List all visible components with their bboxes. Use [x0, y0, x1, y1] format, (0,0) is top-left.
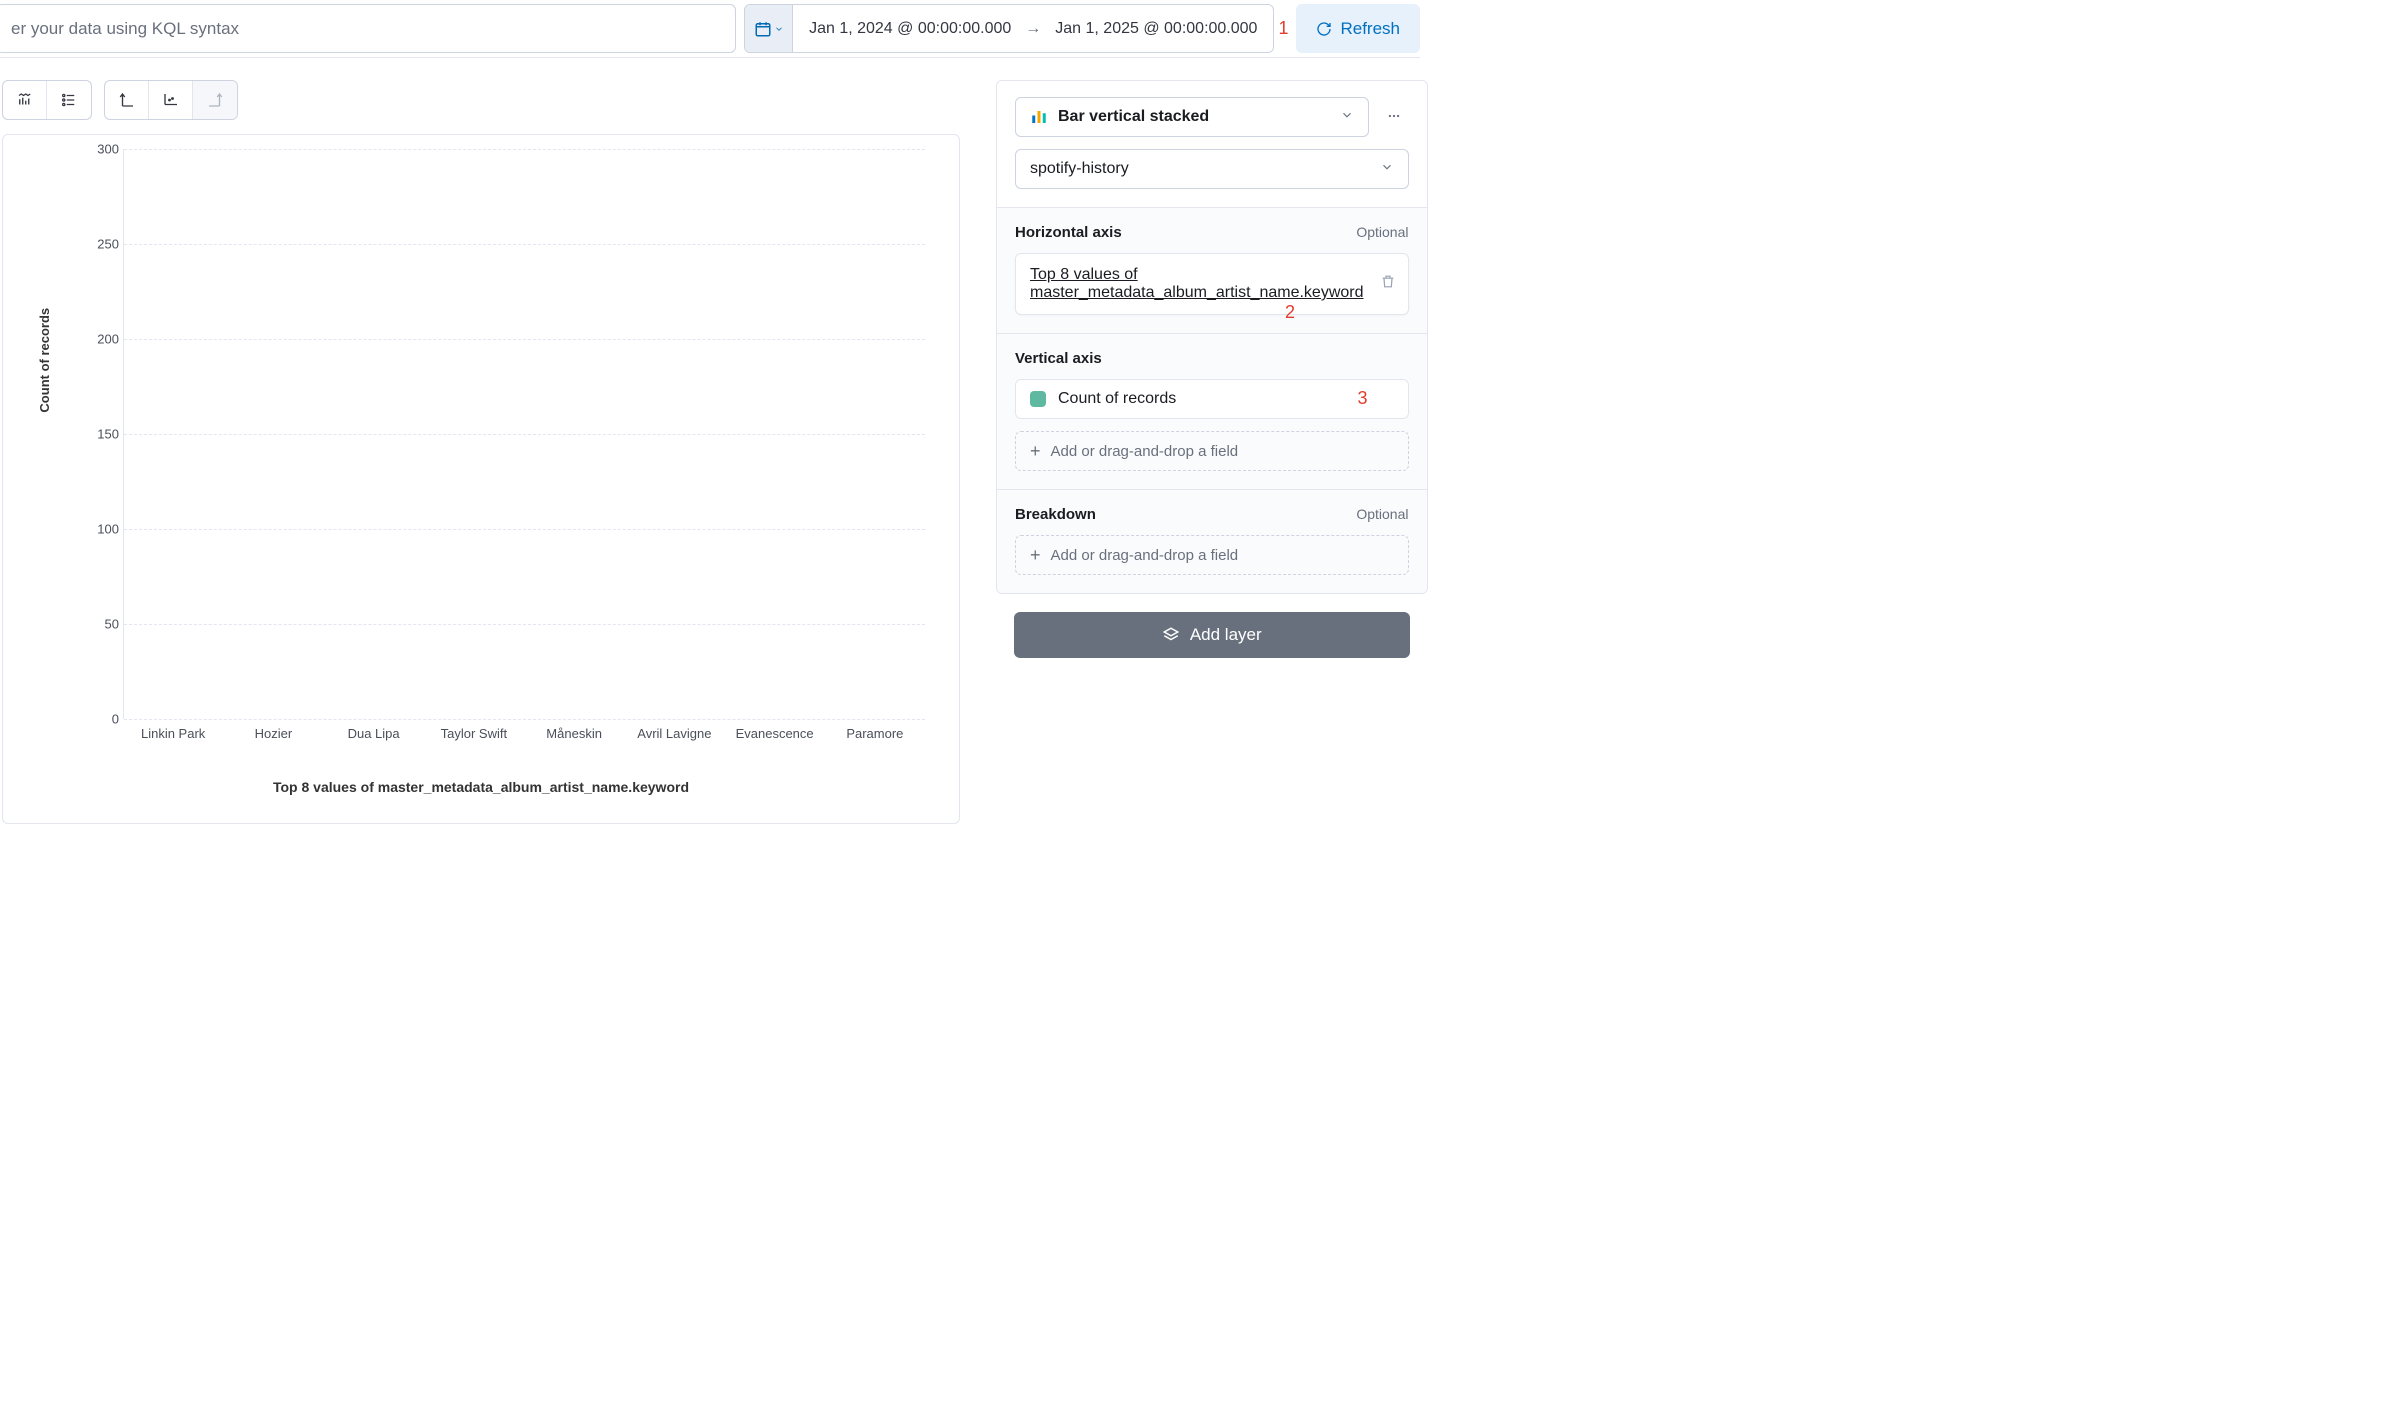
x-tick: Hozier	[223, 726, 323, 741]
date-range[interactable]: Jan 1, 2024 @ 00:00:00.000 → Jan 1, 2025…	[793, 5, 1273, 52]
config-header: Bar vertical stacked spotify-history	[997, 81, 1427, 207]
x-ticks: Linkin ParkHozierDua LipaTaylor SwiftMån…	[123, 726, 925, 741]
vertical-axis-dropzone[interactable]: + Add or drag-and-drop a field	[1015, 431, 1409, 471]
kql-search-input[interactable]: er your data using KQL syntax	[0, 4, 736, 53]
y-axis-title: Count of records	[37, 308, 52, 413]
config-panel: Bar vertical stacked spotify-history Hor…	[996, 80, 1428, 594]
optional-label: Optional	[1356, 506, 1408, 523]
refresh-label: Refresh	[1340, 19, 1400, 39]
vertical-axis-title: Vertical axis	[1015, 350, 1102, 367]
breakdown-drop-hint: Add or drag-and-drop a field	[1051, 547, 1239, 564]
y-tick: 50	[81, 617, 119, 632]
add-layer-button[interactable]: Add layer	[1014, 612, 1410, 658]
axis-left-icon	[118, 91, 136, 109]
layers-icon	[1162, 626, 1180, 644]
date-end: Jan 1, 2025 @ 00:00:00.000	[1055, 20, 1257, 38]
y-tick: 250	[81, 236, 119, 251]
axis-right-tool-button	[193, 81, 237, 119]
top-bar: er your data using KQL syntax Jan 1, 202…	[0, 0, 1420, 58]
optional-label: Optional	[1356, 224, 1408, 241]
x-tick: Avril Lavigne	[624, 726, 724, 741]
horizontal-axis-section: Horizontal axis Optional Top 8 values of…	[997, 207, 1427, 333]
horizontal-axis-field-label: Top 8 values of master_metadata_album_ar…	[1030, 266, 1364, 301]
date-picker[interactable]: Jan 1, 2024 @ 00:00:00.000 → Jan 1, 2025…	[744, 4, 1274, 53]
chart-body: Count of records Linkin ParkHozierDua Li…	[67, 149, 935, 739]
brush-tool-button[interactable]	[3, 81, 47, 119]
chart-card: Count of records Linkin ParkHozierDua Li…	[2, 134, 960, 824]
axis-right-icon	[206, 91, 224, 109]
x-tick: Paramore	[825, 726, 925, 741]
kebab-icon	[1387, 109, 1401, 123]
visualization-type-select[interactable]: Bar vertical stacked	[1015, 97, 1369, 137]
annotation-1: 1	[1278, 18, 1288, 39]
axis-bottom-icon	[162, 91, 180, 109]
x-tick: Taylor Swift	[424, 726, 524, 741]
bar-chart-icon	[1030, 108, 1048, 126]
y-tick: 300	[81, 142, 119, 157]
panel-options-button[interactable]	[1379, 101, 1409, 131]
axis-left-tool-button[interactable]	[105, 81, 149, 119]
chart-toolbar	[2, 80, 960, 120]
y-tick: 0	[81, 712, 119, 727]
horizontal-axis-title: Horizontal axis	[1015, 224, 1122, 241]
annotation-3: 3	[1357, 388, 1367, 409]
delete-field-button[interactable]	[1380, 274, 1396, 295]
chevron-down-icon	[1380, 160, 1394, 179]
kql-placeholder: er your data using KQL syntax	[11, 19, 239, 39]
chevron-down-icon	[1340, 108, 1354, 127]
axis-bottom-tool-button[interactable]	[149, 81, 193, 119]
trash-icon	[1380, 274, 1396, 290]
plus-icon: +	[1030, 546, 1041, 564]
data-source-select[interactable]: spotify-history	[1015, 149, 1409, 189]
brush-icon	[16, 91, 34, 109]
vertical-axis-metric[interactable]: Count of records 3	[1015, 379, 1409, 419]
tool-group-2	[104, 80, 238, 120]
chevron-down-icon	[774, 24, 784, 34]
legend-icon	[60, 91, 78, 109]
date-start: Jan 1, 2024 @ 00:00:00.000	[809, 20, 1011, 38]
breakdown-title: Breakdown	[1015, 506, 1096, 523]
x-tick: Dua Lipa	[324, 726, 424, 741]
calendar-button[interactable]	[745, 5, 793, 52]
vertical-axis-section: Vertical axis Count of records 3 + Add o…	[997, 333, 1427, 489]
refresh-button[interactable]: Refresh	[1296, 4, 1420, 53]
breakdown-dropzone[interactable]: + Add or drag-and-drop a field	[1015, 535, 1409, 575]
plus-icon: +	[1030, 442, 1041, 460]
y-tick: 200	[81, 331, 119, 346]
data-source-label: spotify-history	[1030, 160, 1129, 178]
tool-group-1	[2, 80, 92, 120]
arrow-right-icon: →	[1025, 20, 1041, 38]
refresh-icon	[1316, 21, 1332, 37]
chart-pane: Count of records Linkin ParkHozierDua Li…	[2, 80, 960, 824]
metric-color-swatch	[1030, 391, 1046, 407]
x-tick: Linkin Park	[123, 726, 223, 741]
vertical-axis-metric-label: Count of records	[1058, 390, 1176, 408]
visualization-type-label: Bar vertical stacked	[1058, 108, 1209, 126]
x-tick: Evanescence	[725, 726, 825, 741]
y-tick: 100	[81, 521, 119, 536]
calendar-icon	[754, 20, 772, 38]
horizontal-axis-field[interactable]: Top 8 values of master_metadata_album_ar…	[1015, 253, 1409, 315]
chart-bars	[123, 149, 925, 719]
x-tick: Måneskin	[524, 726, 624, 741]
gridline	[124, 719, 925, 720]
add-layer-label: Add layer	[1190, 625, 1262, 645]
x-axis-title: Top 8 values of master_metadata_album_ar…	[27, 779, 935, 795]
vertical-axis-drop-hint: Add or drag-and-drop a field	[1051, 443, 1239, 460]
breakdown-section: Breakdown Optional + Add or drag-and-dro…	[997, 489, 1427, 593]
y-tick: 150	[81, 427, 119, 442]
legend-tool-button[interactable]	[47, 81, 91, 119]
